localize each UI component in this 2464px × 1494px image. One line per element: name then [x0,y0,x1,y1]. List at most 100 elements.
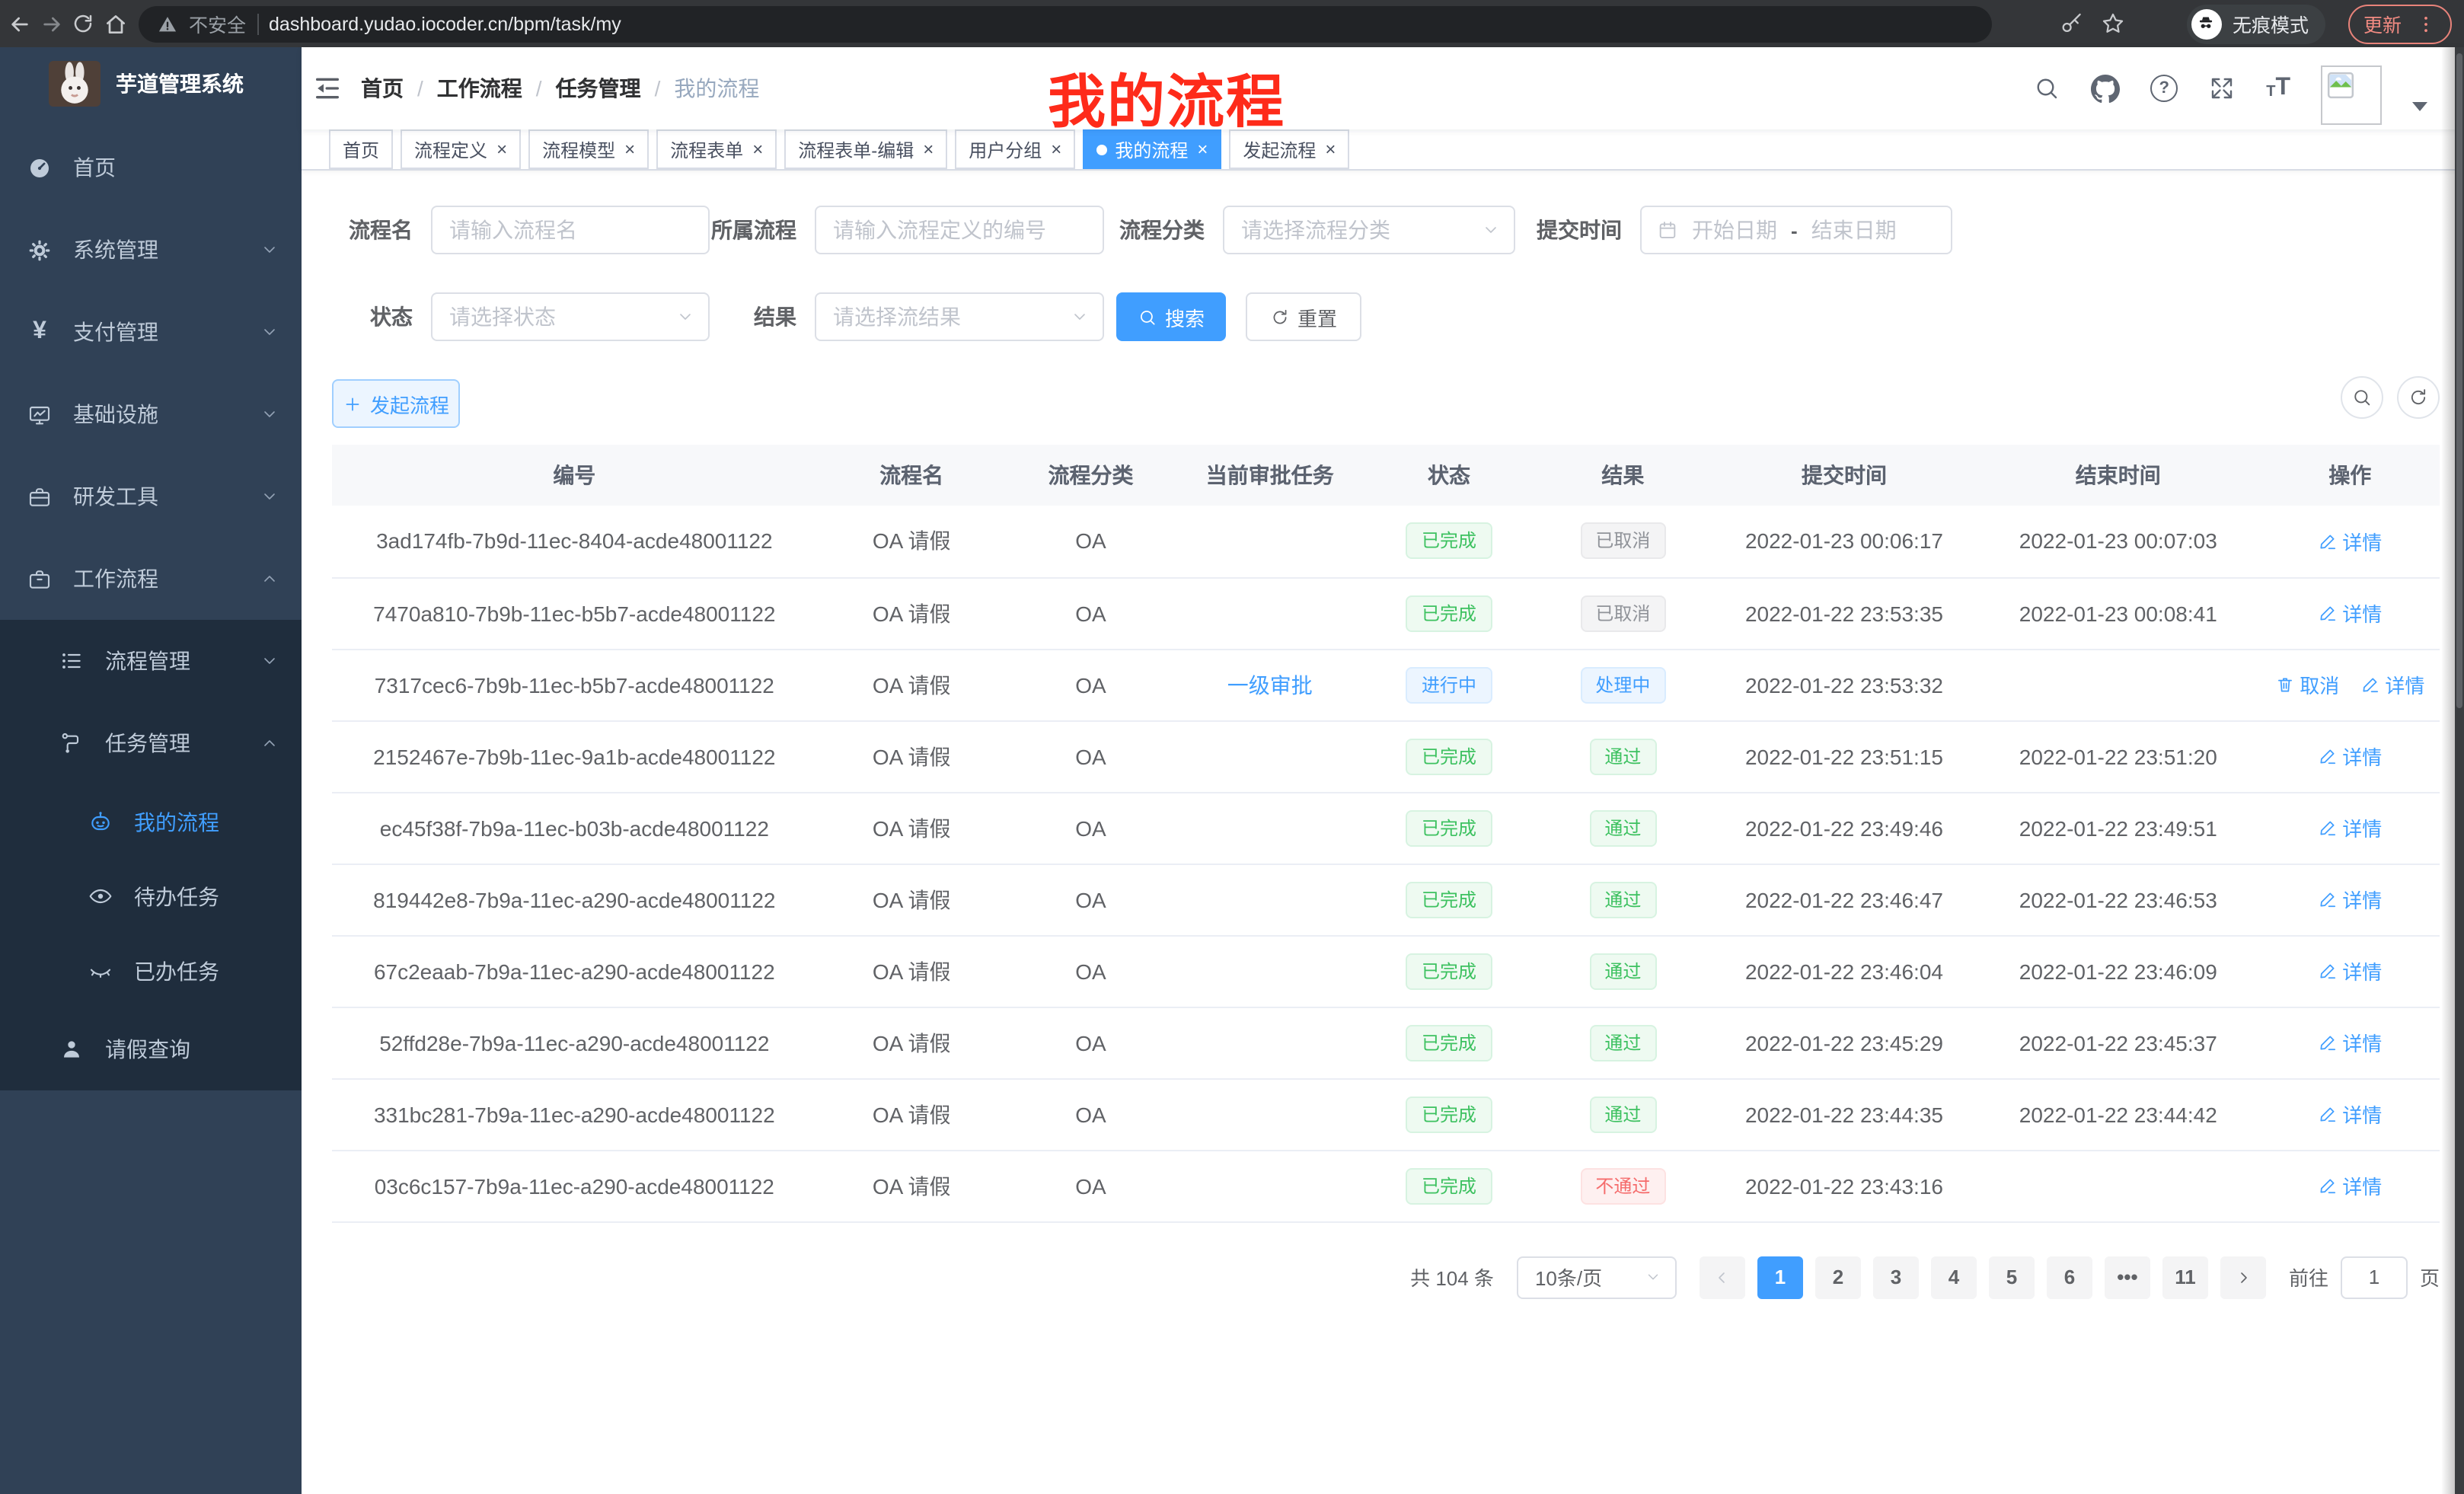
detail-link[interactable]: 详情 [2318,813,2382,842]
detail-link[interactable]: 详情 [2318,599,2382,627]
tab-my-processes[interactable]: 我的流程× [1083,129,1221,169]
page-button[interactable]: 1 [1757,1256,1803,1298]
sidebar-item-infrastructure[interactable]: 基础设施 [0,373,302,455]
col-id: 编号 [332,445,817,506]
browser-back-button[interactable] [3,4,35,43]
tab-start-process[interactable]: 发起流程× [1229,129,1349,169]
sidebar-item-task-management[interactable]: 任务管理 [0,702,302,784]
detail-link[interactable]: 详情 [2360,670,2424,699]
close-icon[interactable]: × [1325,140,1336,158]
page-button[interactable]: 3 [1873,1256,1919,1298]
parent-process-input[interactable] [815,206,1104,254]
search-button[interactable]: 搜索 [1116,292,1226,341]
reset-button[interactable]: 重置 [1246,292,1361,341]
close-icon[interactable]: × [1051,140,1061,158]
tab-process-form[interactable]: 流程表单× [656,129,777,169]
detail-link[interactable]: 详情 [2318,1171,2382,1200]
detail-link[interactable]: 详情 [2318,956,2382,985]
sidebar-item-leave-query[interactable]: 请假查询 [0,1008,302,1090]
filter-row-1: 流程名 所属流程 流程分类 请选择流程分类 提交时间 开始日期 - 结束日期 [332,206,2440,254]
detail-link[interactable]: 详情 [2318,1028,2382,1057]
password-key-icon[interactable] [2059,11,2085,37]
more-pages-button[interactable]: ••• [2105,1256,2150,1298]
result-select[interactable]: 请选择流结果 [815,292,1104,341]
cancel-link[interactable]: 取消 [2275,670,2339,699]
sidebar-item-home[interactable]: 首页 [0,126,302,209]
briefcase-icon [27,567,52,591]
sidebar-item-payment[interactable]: ¥ 支付管理 [0,291,302,373]
close-icon[interactable]: × [496,140,507,158]
detail-link[interactable]: 详情 [2318,1100,2382,1128]
refresh-button[interactable] [2397,376,2440,419]
browser-home-button[interactable] [99,4,131,43]
process-id: 2152467e-7b9b-11ec-9a1b-acde48001122 [332,720,817,792]
close-icon[interactable]: × [1197,140,1208,158]
browser-menu-dots-icon[interactable] [2415,13,2437,34]
close-icon[interactable]: × [624,140,635,158]
goto-page-input[interactable] [2341,1256,2408,1298]
status-select[interactable]: 请选择状态 [431,292,710,341]
tab-process-definition[interactable]: 流程定义× [401,129,521,169]
sidebar-collapse-icon[interactable] [302,73,361,104]
prev-page-button[interactable] [1700,1256,1745,1298]
page-button[interactable]: 4 [1931,1256,1977,1298]
page-button[interactable]: 5 [1989,1256,2035,1298]
page-button[interactable]: 2 [1815,1256,1861,1298]
avatar[interactable] [2321,65,2382,125]
process-name-label: 流程名 [332,215,431,245]
sidebar-item-process-management[interactable]: 流程管理 [0,620,302,702]
close-icon[interactable]: × [752,140,763,158]
detail-link[interactable]: 详情 [2318,742,2382,771]
navbar-actions: ? TT [2033,52,2464,125]
help-icon[interactable]: ? [2150,75,2178,102]
next-page-button[interactable] [2220,1256,2266,1298]
bookmark-star-icon[interactable] [2100,11,2126,37]
detail-link[interactable]: 详情 [2318,885,2382,914]
page-button[interactable]: 6 [2047,1256,2092,1298]
scrollbar[interactable] [2455,47,2464,1494]
breadcrumb-separator: / [655,76,661,101]
current-task-link[interactable]: 一级审批 [1227,672,1313,697]
scrollbar-thumb[interactable] [2456,53,2462,708]
sidebar-item-devtools[interactable]: 研发工具 [0,455,302,538]
page-size-select[interactable]: 10条/页 [1517,1256,1677,1298]
security-warning-icon[interactable] [157,13,178,34]
github-icon[interactable] [2091,74,2120,103]
category-select[interactable]: 请选择流程分类 [1223,206,1515,254]
page-button[interactable]: 11 [2162,1256,2208,1298]
sidebar-item-system[interactable]: 系统管理 [0,209,302,291]
avatar-caret-icon[interactable] [2412,102,2427,111]
breadcrumb-item-task-management[interactable]: 任务管理 [556,73,641,104]
font-size-icon[interactable]: TT [2266,76,2290,101]
goto-label: 前往 [2289,1263,2328,1291]
hide-search-button[interactable] [2341,376,2383,419]
fullscreen-icon[interactable] [2208,75,2236,102]
submit-time-range-picker[interactable]: 开始日期 - 结束日期 [1640,206,1952,254]
detail-link[interactable]: 详情 [2318,527,2382,556]
breadcrumb-item-home[interactable]: 首页 [361,73,404,104]
breadcrumb-separator: / [536,76,542,101]
close-icon[interactable]: × [923,140,934,158]
browser-reload-button[interactable] [67,4,99,43]
result-badge: 通过 [1589,738,1656,774]
incognito-badge[interactable]: 无痕模式 [2187,4,2325,43]
start-date-placeholder: 开始日期 [1692,215,1777,245]
address-bar[interactable]: 不安全 dashboard.yudao.iocoder.cn/bpm/task/… [139,5,1992,42]
sidebar-item-workflow[interactable]: 工作流程 [0,538,302,620]
sidebar-item-done-tasks[interactable]: 已办任务 [0,934,302,1008]
tab-home[interactable]: 首页 [329,129,393,169]
breadcrumb-item-workflow[interactable]: 工作流程 [437,73,522,104]
tab-process-form-edit[interactable]: 流程表单-编辑× [784,129,947,169]
process-name-input[interactable] [431,206,710,254]
sidebar-item-todo-tasks[interactable]: 待办任务 [0,859,302,934]
tab-user-group[interactable]: 用户分组× [955,129,1075,169]
start-process-button[interactable]: 发起流程 [332,379,460,428]
active-dot-icon [1096,144,1107,155]
browser-actions: 无痕模式 更新 [2059,4,2452,43]
sidebar-item-my-processes[interactable]: 我的流程 [0,784,302,859]
browser-forward-button[interactable] [35,4,67,43]
app-logo[interactable]: 芋道管理系统 [0,47,302,107]
search-icon[interactable] [2033,75,2060,102]
tab-process-model[interactable]: 流程模型× [528,129,649,169]
browser-update-button[interactable]: 更新 [2348,4,2452,43]
